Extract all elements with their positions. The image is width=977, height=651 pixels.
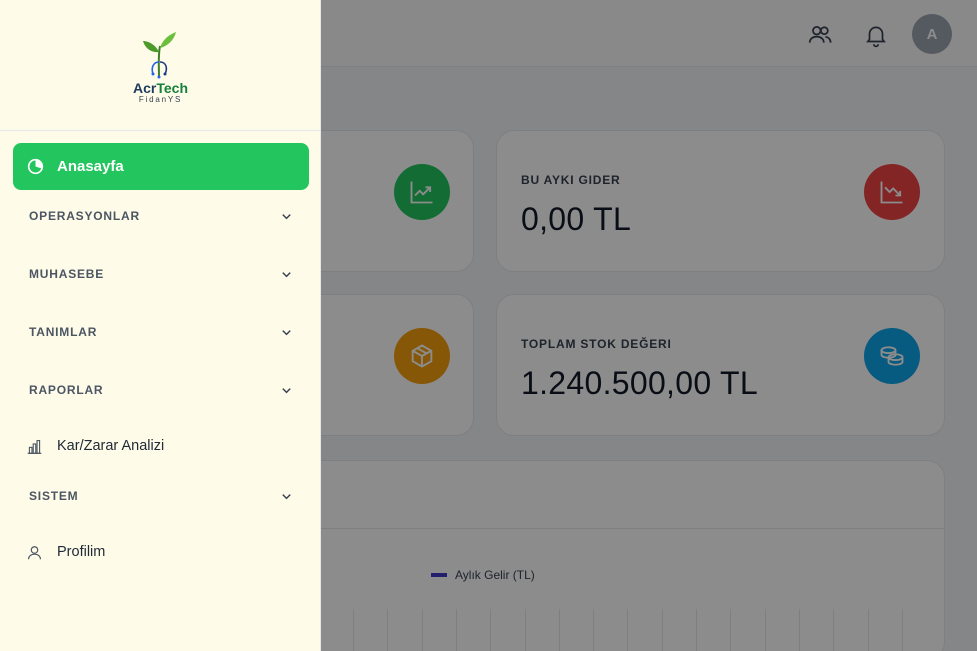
nav-item-label: Kar/Zarar Analizi (57, 438, 165, 454)
chevron-down-icon (282, 330, 291, 336)
nav-item-label: Profilim (57, 544, 106, 560)
nav-group-label: TANIMLAR (29, 325, 98, 339)
nav-group-raporlar[interactable]: RAPORLAR (29, 380, 295, 400)
sprout-logo-icon (143, 32, 176, 79)
nav-group-label: MUHASEBE (29, 267, 105, 281)
bar-chart-icon (27, 439, 42, 454)
chevron-down-icon (282, 214, 291, 220)
brand-logo[interactable]: AcrTech FidanYS (0, 0, 321, 131)
nav-group-label: OPERASYONLAR (29, 209, 140, 223)
brand-name: AcrTech (133, 80, 188, 96)
nav-group-operasyonlar[interactable]: OPERASYONLAR (29, 206, 295, 226)
nav-group-label: SISTEM (29, 489, 79, 503)
pie-chart-icon (27, 158, 44, 175)
nav-group-tanimlar[interactable]: TANIMLAR (29, 322, 295, 342)
nav-item-profilim[interactable]: Profilim (26, 542, 306, 564)
chevron-down-icon (282, 272, 291, 278)
nav-group-sistem[interactable]: SISTEM (29, 486, 295, 506)
nav-group-label: RAPORLAR (29, 383, 104, 397)
nav-item-anasayfa[interactable]: Anasayfa (13, 143, 309, 190)
brand-subtitle: FidanYS (138, 95, 183, 104)
chevron-down-icon (282, 494, 291, 500)
user-icon (27, 546, 42, 560)
chevron-down-icon (282, 388, 291, 394)
nav-item-label: Anasayfa (57, 158, 124, 175)
nav-item-kar-zarar-analizi[interactable]: Kar/Zarar Analizi (26, 436, 306, 458)
nav-group-muhasebe[interactable]: MUHASEBE (29, 264, 295, 284)
sidebar: AcrTech FidanYS Anasayfa OPERASYONLAR MU… (0, 0, 321, 651)
